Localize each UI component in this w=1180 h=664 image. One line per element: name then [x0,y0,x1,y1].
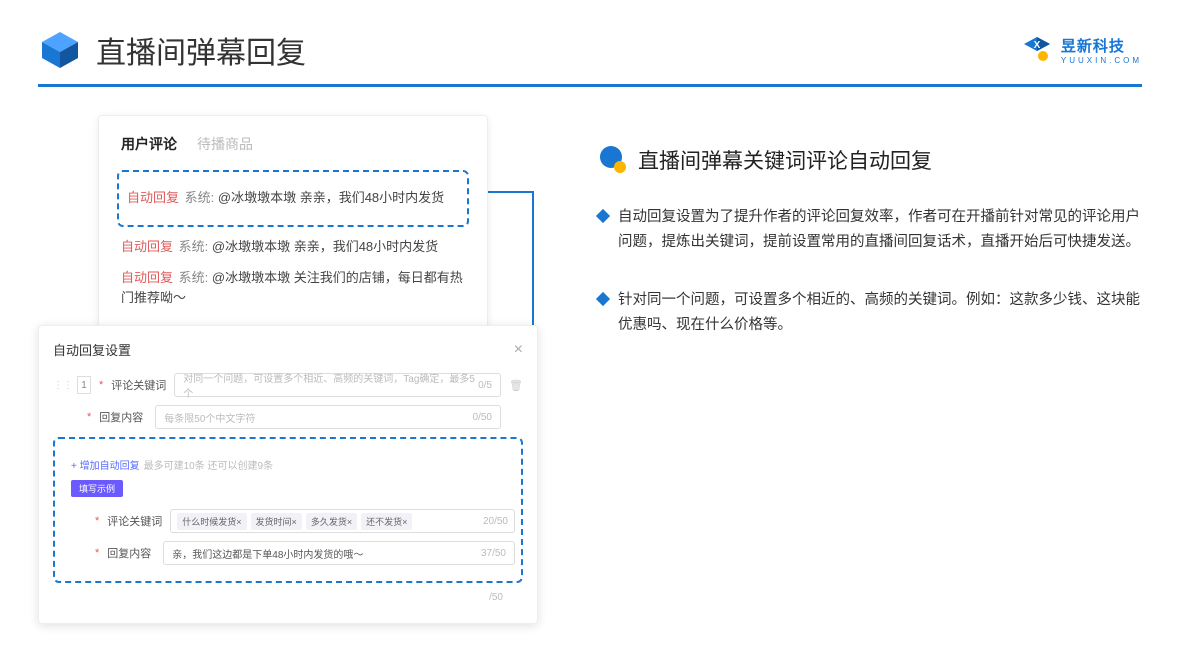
example-content-row: * 回复内容 亲，我们这边都是下单48小时内发货的哦～ 37/50 [61,541,515,565]
add-link-text: + 增加自动回复 [71,457,140,472]
keyword-row: ⋮⋮ 1 * 评论关键词 对同一个问题，可设置多个相近、高频的关键词，Tag确定… [53,373,523,397]
brand-name: 昱新科技 [1061,35,1142,56]
comment-item: 自动回复 系统: @冰墩墩本墩 亲亲，我们48小时内发货 [121,237,465,258]
brand-url: YUUXIN.COM [1061,56,1142,65]
ex-keyword-label: 评论关键词 [107,513,162,529]
dialog-header: 自动回复设置 × [53,340,523,359]
system-label: 系统: [185,190,215,205]
keyword-label: 评论关键词 [111,377,166,393]
tag[interactable]: 还不发货× [361,513,412,530]
row-number: 1 [77,376,91,394]
example-keyword-row: * 评论关键词 什么时候发货× 发货时间× 多久发货× 还不发货× 20/50 [61,509,515,533]
diamond-icon [596,292,610,306]
drag-icon[interactable]: ⋮⋮ [53,380,63,391]
auto-reply-tag: 自动回复 [121,239,173,254]
counter: 37/50 [481,548,506,559]
add-hint: 最多可建10条 还可以创建9条 [144,457,273,472]
tab-pending-goods[interactable]: 待播商品 [197,134,253,154]
left-column: 用户评论 待播商品 自动回复 系统: @冰墩墩本墩 亲亲，我们48小时内发货 自… [38,115,548,372]
right-column: 直播间弹幕关键词评论自动回复 自动回复设置为了提升作者的评论回复效率，作者可在开… [598,115,1142,372]
bullet-text: 针对同一个问题，可设置多个相近的、高频的关键词。例如：这款多少钱、这块能优惠吗、… [618,288,1142,337]
value: 亲，我们这边都是下单48小时内发货的哦～ [172,546,363,561]
settings-dialog: 自动回复设置 × ⋮⋮ 1 * 评论关键词 对同一个问题，可设置多个相近、高频的… [38,325,538,624]
section-head: 直播间弹幕关键词评论自动回复 [598,145,1142,175]
counter: 0/5 [478,380,492,391]
keyword-input[interactable]: 对同一个问题，可设置多个相近、高频的关键词，Tag确定，最多5个 0/5 [174,373,501,397]
tag[interactable]: 发货时间× [251,513,302,530]
content-input[interactable]: 每条限50个中文字符 0/50 [155,405,501,429]
brand: X 昱新科技 YUUXIN.COM [1021,34,1142,66]
bullet-item: 自动回复设置为了提升作者的评论回复效率，作者可在开播前针对常见的评论用户问题，提… [598,205,1142,254]
example-highlight: + 增加自动回复 最多可建10条 还可以创建9条 填写示例 * 评论关键词 什么… [53,437,523,583]
required-dot: * [95,515,99,527]
content-label: 回复内容 [99,409,147,425]
auto-reply-tag: 自动回复 [121,270,173,285]
placeholder: 对同一个问题，可设置多个相近、高频的关键词，Tag确定，最多5个 [183,370,478,400]
diamond-icon [596,209,610,223]
tag-group: 什么时候发货× 发货时间× 多久发货× 还不发货× [177,513,412,530]
chat-bubble-icon [598,145,628,175]
tag[interactable]: 多久发货× [306,513,357,530]
section-title: 直播间弹幕关键词评论自动回复 [638,145,932,175]
svg-text:X: X [1034,40,1041,51]
bullet-text: 自动回复设置为了提升作者的评论回复效率，作者可在开播前针对常见的评论用户问题，提… [618,205,1142,254]
ex-content-input[interactable]: 亲，我们这边都是下单48小时内发货的哦～ 37/50 [163,541,515,565]
extra-counter-row: /50 [53,587,523,605]
add-auto-reply-link[interactable]: + 增加自动回复 最多可建10条 还可以创建9条 [71,457,515,472]
comment-item: 自动回复 系统: @冰墩墩本墩 亲亲，我们48小时内发货 [127,188,459,209]
required-dot: * [95,547,99,559]
counter: /50 [489,592,503,603]
example-badge: 填写示例 [71,480,123,497]
comment-item: 自动回复 系统: @冰墩墩本墩 关注我们的店铺，每日都有热门推荐呦～ [121,268,465,310]
brand-icon: X [1021,34,1053,66]
comment-text: @冰墩墩本墩 亲亲，我们48小时内发货 [212,239,438,254]
ex-content-label: 回复内容 [107,545,155,561]
placeholder: 每条限50个中文字符 [164,410,255,425]
auto-reply-tag: 自动回复 [127,190,179,205]
page-title: 直播间弹幕回复 [96,28,306,72]
tag[interactable]: 什么时候发货× [177,513,246,530]
brand-text: 昱新科技 YUUXIN.COM [1061,35,1142,65]
page-header: 直播间弹幕回复 X 昱新科技 YUUXIN.COM [0,0,1180,72]
bullet-item: 针对同一个问题，可设置多个相近的、高频的关键词。例如：这款多少钱、这块能优惠吗、… [598,288,1142,337]
required-dot: * [87,411,91,423]
system-label: 系统: [179,239,209,254]
tab-user-comments[interactable]: 用户评论 [121,134,177,154]
counter: 0/50 [473,412,492,423]
cube-icon [38,28,82,72]
required-dot: * [99,379,103,391]
counter: 20/50 [483,516,508,527]
system-label: 系统: [179,270,209,285]
connector-line [486,191,534,193]
header-left: 直播间弹幕回复 [38,28,306,72]
highlighted-comment: 自动回复 系统: @冰墩墩本墩 亲亲，我们48小时内发货 [117,170,469,227]
trash-icon[interactable]: 🗑 [509,379,523,392]
close-icon[interactable]: × [514,341,523,359]
card-tabs: 用户评论 待播商品 [121,134,465,154]
comment-card: 用户评论 待播商品 自动回复 系统: @冰墩墩本墩 亲亲，我们48小时内发货 自… [98,115,488,338]
comment-text: @冰墩墩本墩 亲亲，我们48小时内发货 [218,190,444,205]
tags-input[interactable]: 什么时候发货× 发货时间× 多久发货× 还不发货× 20/50 [170,509,515,533]
content-row: * 回复内容 每条限50个中文字符 0/50 [53,405,523,429]
content: 用户评论 待播商品 自动回复 系统: @冰墩墩本墩 亲亲，我们48小时内发货 自… [0,87,1180,372]
dialog-title: 自动回复设置 [53,340,131,359]
